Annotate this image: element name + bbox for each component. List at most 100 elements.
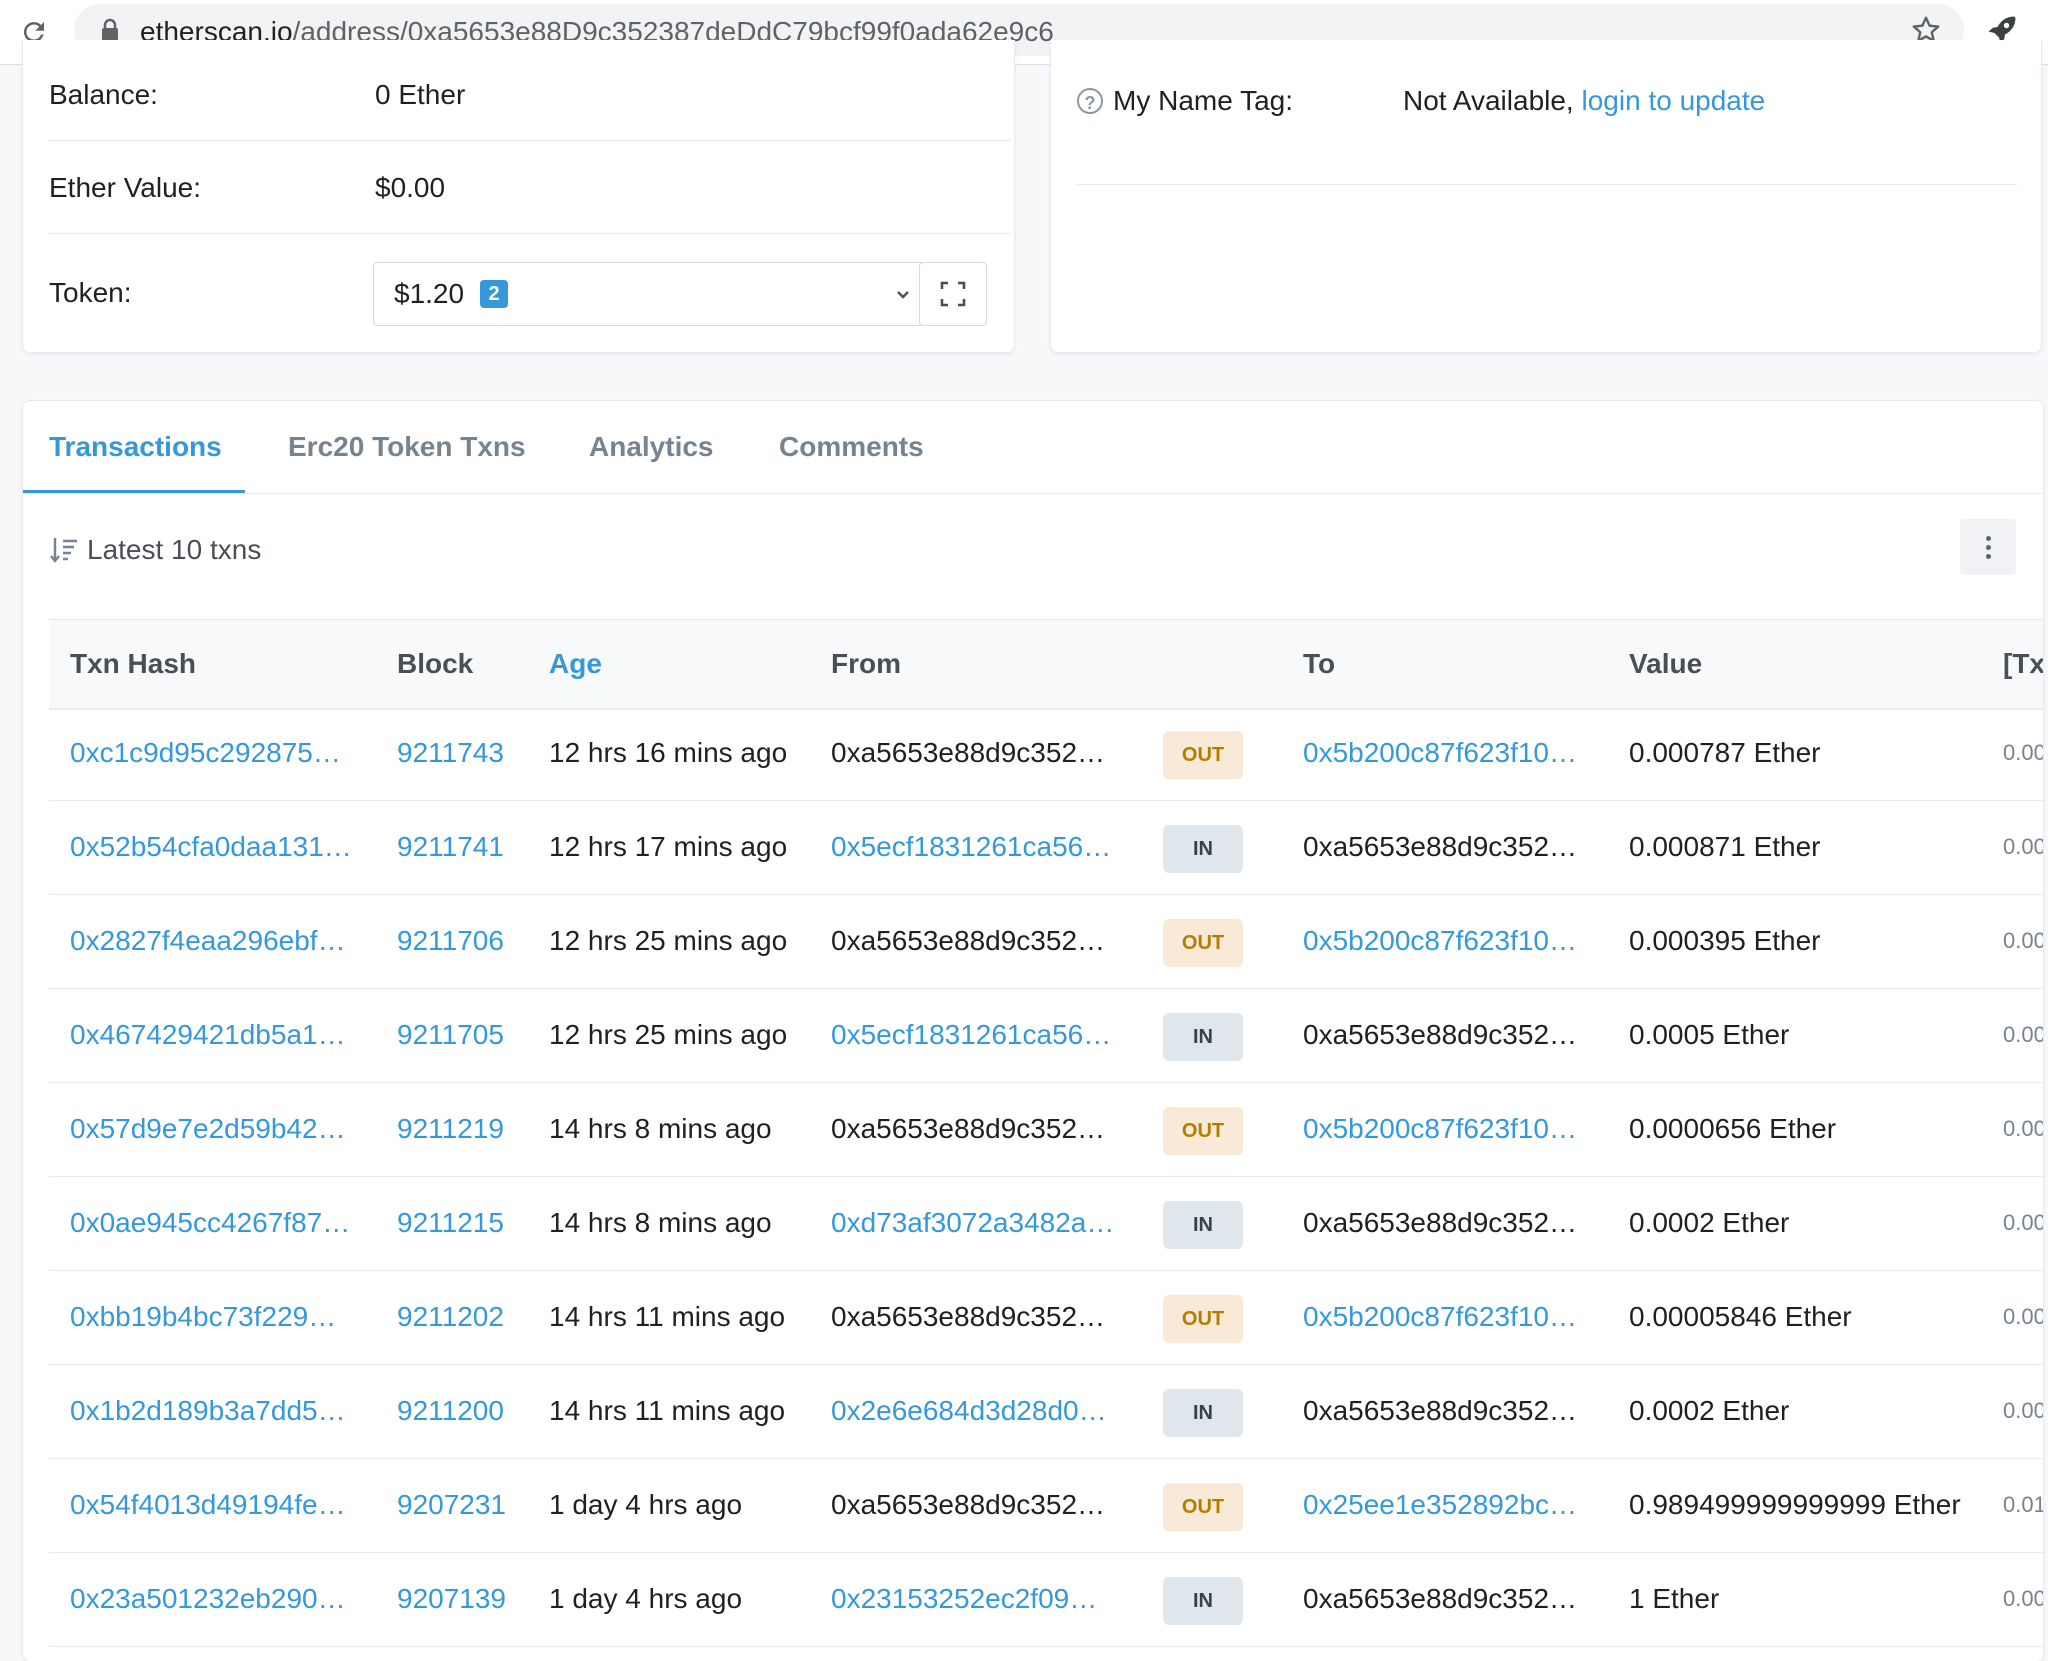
txn-hash-link[interactable]: 0x2827f4eaa296ebf… (70, 895, 346, 987)
help-icon[interactable]: ? (1077, 88, 1103, 114)
value-cell: 0.0005 Ether (1629, 1019, 1790, 1050)
more-info-card: ? My Name Tag: Not Available, login to u… (1050, 40, 2042, 353)
ether-value: $0.00 (375, 172, 446, 203)
token-count-badge: 2 (480, 280, 508, 308)
tab-transactions[interactable]: Transactions (49, 401, 222, 493)
from-address: 0xa5653e88d9c352… (831, 1301, 1106, 1332)
tabs-bar: Transactions Erc20 Token Txns Analytics … (23, 401, 2043, 494)
latest-txns-label: Latest 10 txns (87, 534, 262, 565)
txn-hash-link[interactable]: 0x1b2d189b3a7dd5… (70, 1365, 346, 1457)
direction-in-badge: IN (1163, 1201, 1243, 1249)
age-cell: 1 day 4 hrs ago (549, 1489, 743, 1520)
txn-fee-cell: 0.00 (2003, 834, 2043, 859)
name-tag-text: Not Available, (1403, 85, 1574, 116)
value-cell: 0.0002 Ether (1629, 1207, 1790, 1238)
transactions-card: Transactions Erc20 Token Txns Analytics … (22, 400, 2044, 1661)
txn-fee-cell: 0.00 (2003, 1586, 2043, 1611)
direction-out-badge: OUT (1163, 1483, 1243, 1531)
direction-out-badge: OUT (1163, 731, 1243, 779)
name-tag-label: My Name Tag: (1113, 85, 1293, 116)
block-link[interactable]: 9211215 (397, 1177, 504, 1269)
name-tag-row: ? My Name Tag: Not Available, login to u… (1077, 84, 2017, 185)
token-dropdown[interactable]: $1.20 2 (373, 262, 931, 326)
value-cell: 0.0000656 Ether (1629, 1113, 1837, 1144)
txn-hash-link[interactable]: 0xc1c9d95c292875… (70, 707, 341, 799)
txn-hash-link[interactable]: 0xbb19b4bc73f229… (70, 1271, 336, 1363)
expand-token-button[interactable] (919, 262, 987, 326)
age-cell: 1 day 4 hrs ago (549, 1583, 743, 1614)
age-cell: 14 hrs 8 mins ago (549, 1113, 772, 1144)
login-to-update-link[interactable]: login to update (1582, 85, 1766, 116)
txn-fee-cell: 0.00 (2003, 1210, 2043, 1235)
txn-fee-cell: 0.00 (2003, 1304, 2043, 1329)
to-address-link[interactable]: 0x5b200c87f623f10… (1303, 895, 1577, 987)
txn-fee-cell: 0.00 (2003, 928, 2043, 953)
direction-in-badge: IN (1163, 825, 1243, 873)
age-cell: 12 hrs 25 mins ago (549, 1019, 788, 1050)
txn-fee-cell: 0.00 (2003, 1022, 2043, 1047)
table-row: 0x2827f4eaa296ebf… 9211706 12 hrs 25 mins … (49, 895, 2043, 989)
txn-hash-link[interactable]: 0x23a501232eb290… (70, 1553, 346, 1645)
sort-descending-icon (49, 535, 79, 565)
block-link[interactable]: 9211202 (397, 1271, 504, 1363)
to-address: 0xa5653e88d9c352… (1303, 1207, 1578, 1238)
to-address: 0xa5653e88d9c352… (1303, 831, 1578, 862)
header-txn-fee: [Tx (2003, 648, 2043, 679)
from-address-link[interactable]: 0xd73af3072a3482a… (831, 1177, 1114, 1269)
header-from: From (831, 648, 901, 679)
block-link[interactable]: 9211743 (397, 707, 504, 799)
overview-card: Balance: 0 Ether Ether Value: $0.00 Toke… (22, 40, 1015, 353)
table-row: 0x0ae945cc4267f87… 9211215 14 hrs 8 mins a… (49, 1177, 2043, 1271)
value-cell: 1 Ether (1629, 1583, 1720, 1614)
from-address-link[interactable]: 0x5ecf1831261ca56… (831, 989, 1111, 1081)
from-address-link[interactable]: 0x2e6e684d3d28d0… (831, 1365, 1107, 1457)
value-cell: 0.000871 Ether (1629, 831, 1821, 862)
age-cell: 14 hrs 11 mins ago (549, 1395, 786, 1426)
age-cell: 14 hrs 8 mins ago (549, 1207, 772, 1238)
header-block: Block (397, 648, 474, 679)
block-link[interactable]: 9207231 (397, 1459, 506, 1551)
balance-label: Balance: (49, 79, 158, 110)
table-row: 0xbb19b4bc73f229… 9211202 14 hrs 11 mins a… (49, 1271, 2043, 1365)
txn-hash-link[interactable]: 0x52b54cfa0daa131… (70, 801, 352, 893)
block-link[interactable]: 9211219 (397, 1083, 504, 1175)
txn-fee-cell: 0.00 (2003, 1116, 2043, 1141)
ether-value-label: Ether Value: (49, 172, 202, 203)
to-address-link[interactable]: 0x25ee1e352892bc… (1303, 1459, 1577, 1551)
to-address-link[interactable]: 0x5b200c87f623f10… (1303, 1083, 1577, 1175)
tab-comments[interactable]: Comments (779, 401, 924, 493)
table-row: 0x467429421db5a1… 9211705 12 hrs 25 mins a… (49, 989, 2043, 1083)
from-address-link[interactable]: 0x23153252ec2f09… (831, 1553, 1097, 1645)
block-link[interactable]: 9211741 (397, 801, 504, 893)
txn-hash-link[interactable]: 0x54f4013d49194fe… (70, 1459, 346, 1551)
block-link[interactable]: 9207139 (397, 1553, 506, 1645)
table-row: 0x23a501232eb290… 9207139 1 day 4 hrs ago 0… (49, 1553, 2043, 1647)
kebab-dot (1985, 535, 1991, 541)
to-address-link[interactable]: 0x5b200c87f623f10… (1303, 707, 1577, 799)
token-value: $1.20 (394, 278, 465, 309)
tab-erc20-token-txns[interactable]: Erc20 Token Txns (288, 401, 526, 493)
block-link[interactable]: 9211200 (397, 1365, 504, 1457)
block-link[interactable]: 9211705 (397, 989, 504, 1081)
more-options-button[interactable] (1960, 519, 2016, 575)
to-address: 0xa5653e88d9c352… (1303, 1019, 1578, 1050)
header-age[interactable]: Age (549, 620, 602, 708)
balance-row: Balance: 0 Ether (49, 40, 1011, 141)
age-cell: 12 hrs 25 mins ago (549, 925, 788, 956)
expand-icon (940, 281, 966, 307)
name-tag-value: Not Available, login to update (1403, 84, 1765, 118)
value-cell: 0.0002 Ether (1629, 1395, 1790, 1426)
tab-analytics[interactable]: Analytics (589, 401, 714, 493)
to-address-link[interactable]: 0x5b200c87f623f10… (1303, 1271, 1577, 1363)
table-row: 0x1b2d189b3a7dd5… 9211200 14 hrs 11 mins a… (49, 1365, 2043, 1459)
to-address: 0xa5653e88d9c352… (1303, 1583, 1578, 1614)
txn-hash-link[interactable]: 0x57d9e7e2d59b42… (70, 1083, 346, 1175)
from-address-link[interactable]: 0x5ecf1831261ca56… (831, 801, 1111, 893)
direction-in-badge: IN (1163, 1389, 1243, 1437)
age-cell: 12 hrs 17 mins ago (549, 831, 788, 862)
block-link[interactable]: 9211706 (397, 895, 504, 987)
table-row: 0x57d9e7e2d59b42… 9211219 14 hrs 8 mins ag… (49, 1083, 2043, 1177)
txn-hash-link[interactable]: 0x467429421db5a1… (70, 989, 346, 1081)
header-value: Value (1629, 648, 1703, 679)
txn-hash-link[interactable]: 0x0ae945cc4267f87… (70, 1177, 350, 1269)
